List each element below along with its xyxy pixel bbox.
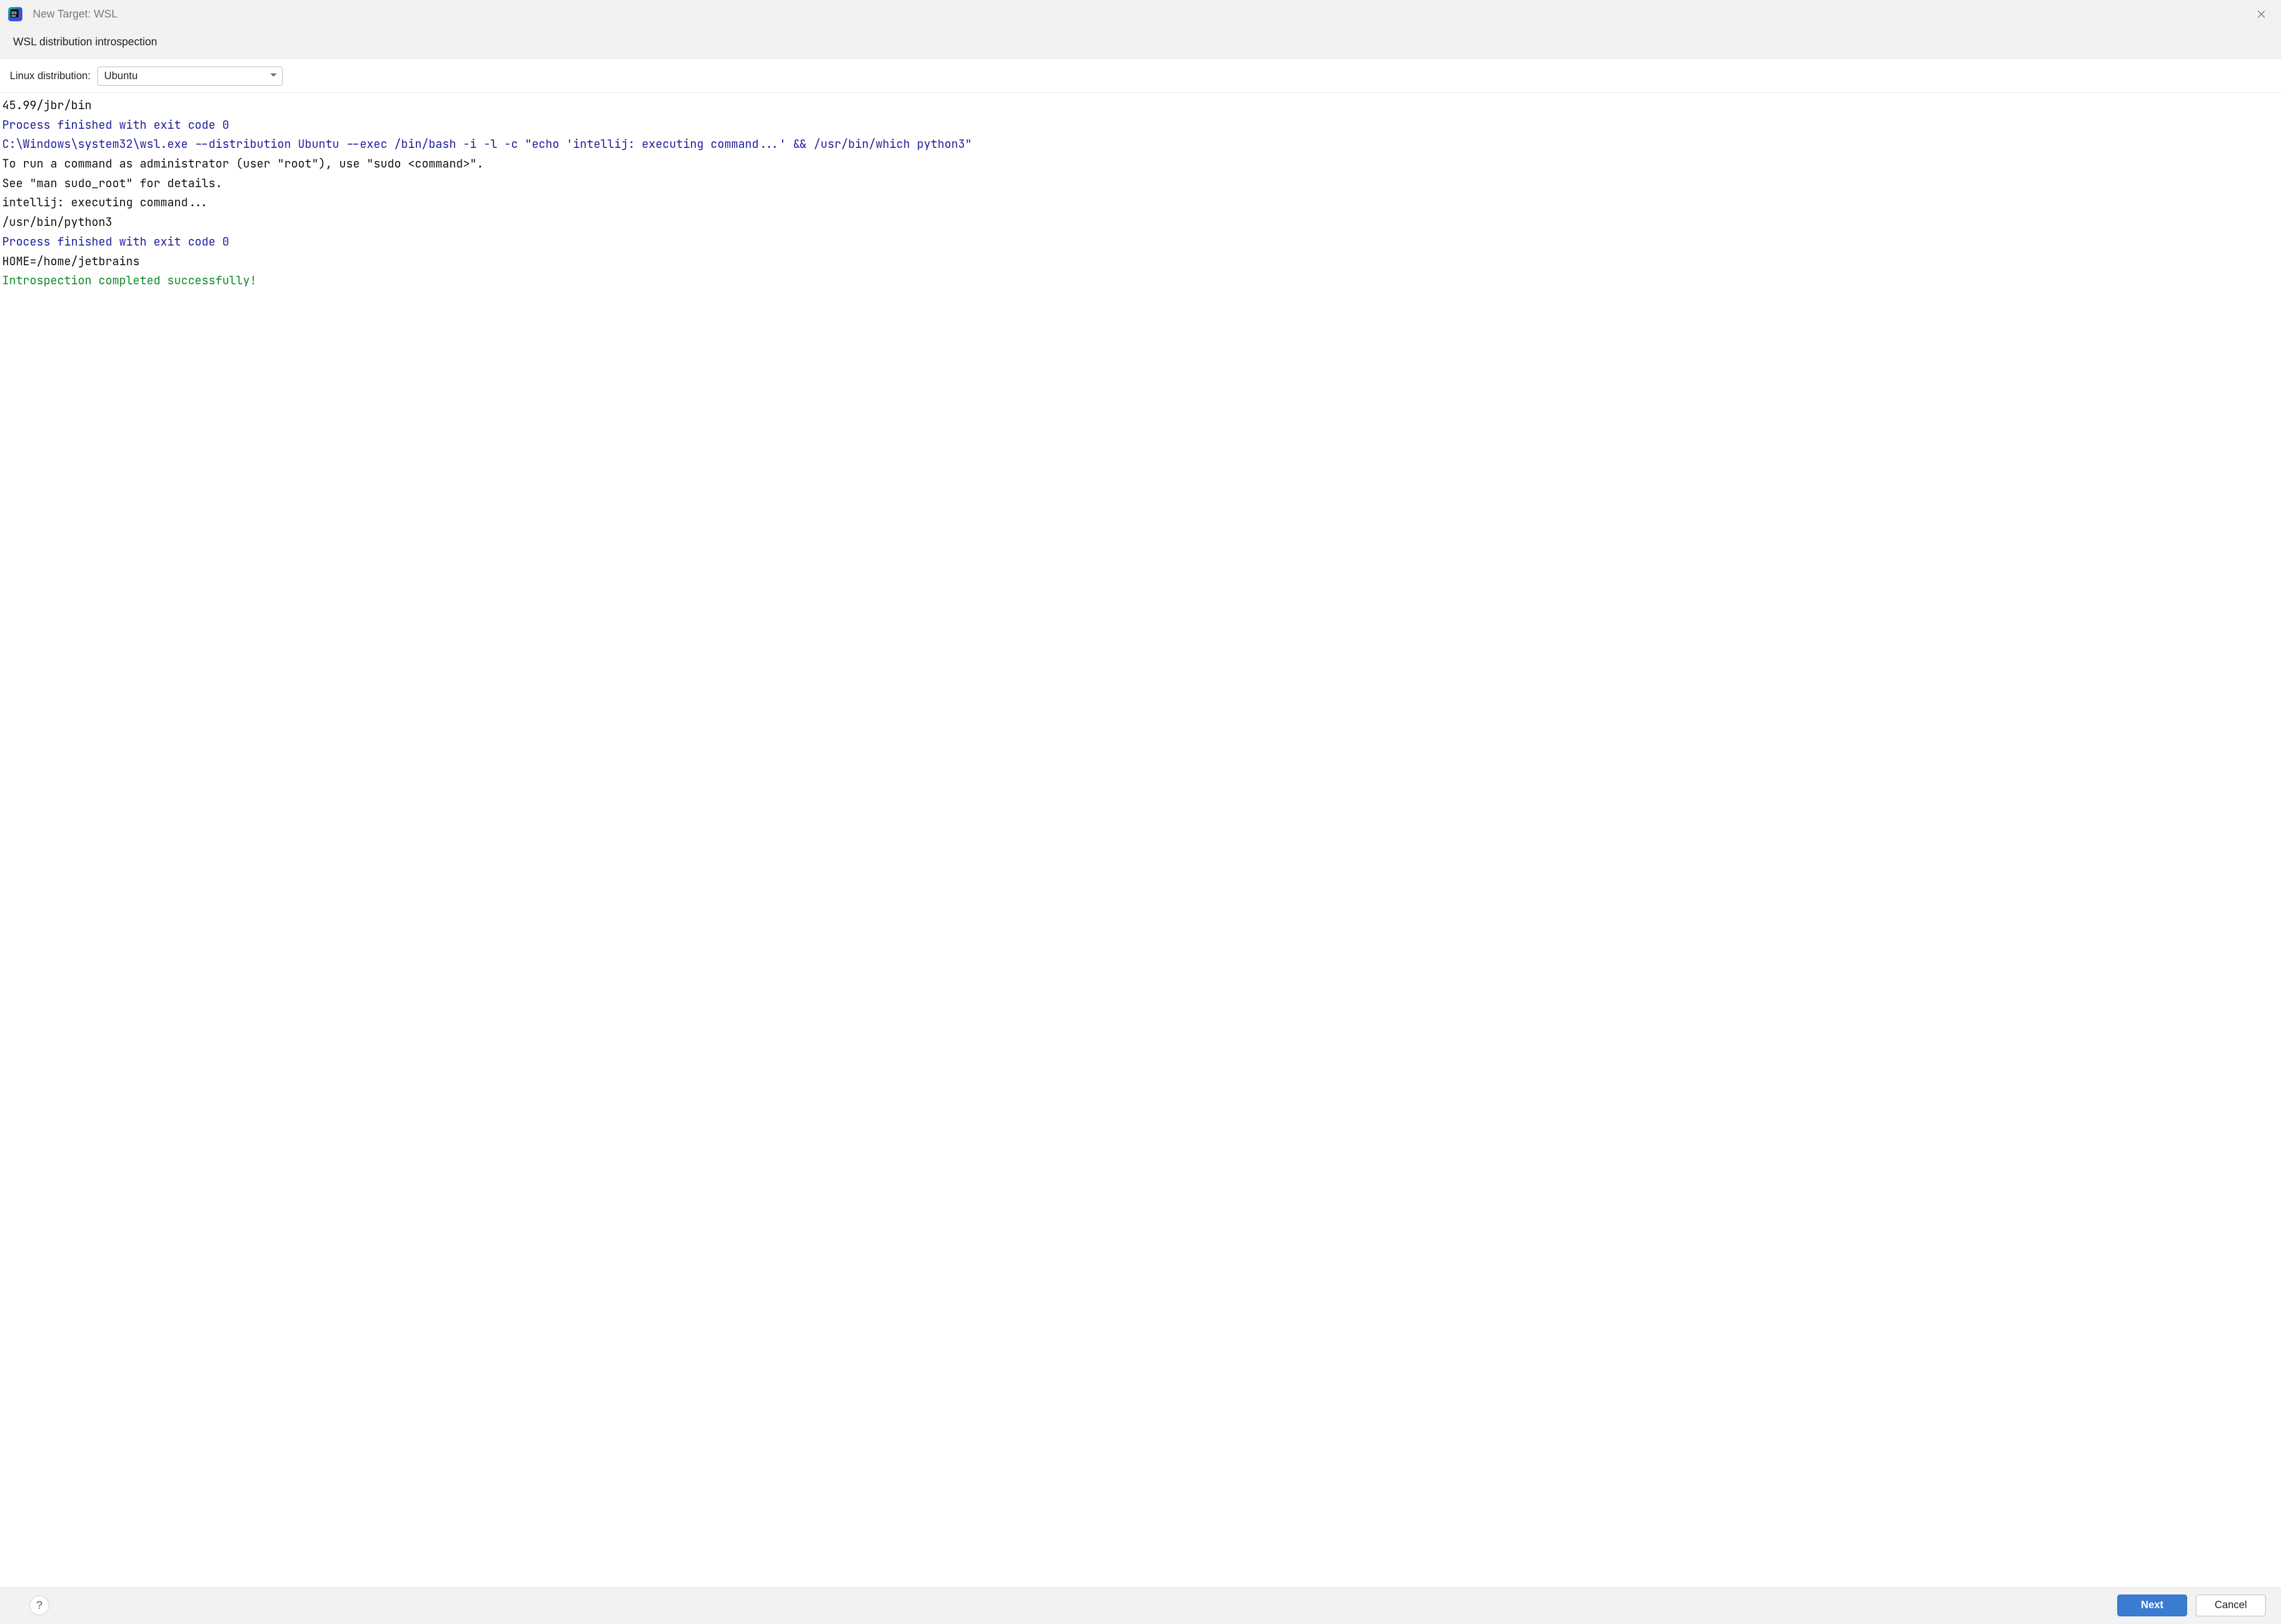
console-line: 45.99/jbr/bin [2, 96, 2279, 116]
console-line: intellij: executing command... [2, 193, 2279, 213]
console-line: Process finished with exit code 0 [2, 232, 2279, 252]
cancel-button[interactable]: Cancel [2196, 1595, 2266, 1616]
close-icon [2256, 9, 2266, 19]
titlebar: DS New Target: WSL [0, 0, 2281, 28]
next-button[interactable]: Next [2117, 1595, 2187, 1616]
window-title: New Target: WSL [33, 8, 117, 21]
dialog-footer: ? Next Cancel [0, 1587, 2281, 1624]
subtitle-row: WSL distribution introspection [0, 28, 2281, 59]
distribution-form-row: Linux distribution: Ubuntu [0, 59, 2281, 93]
console-line: /usr/bin/python3 [2, 213, 2279, 232]
svg-text:DS: DS [11, 11, 17, 15]
app-icon: DS [8, 7, 23, 22]
console-line: HOME=/home/jetbrains [2, 252, 2279, 272]
dialog-subtitle: WSL distribution introspection [13, 36, 157, 48]
console-line: To run a command as administrator (user … [2, 154, 2279, 174]
distribution-select[interactable]: Ubuntu [97, 67, 283, 86]
console-line: C:\Windows\system32\wsl.exe --distributi… [2, 135, 2279, 154]
console-wrap: 45.99/jbr/binProcess finished with exit … [0, 93, 2281, 1587]
close-button[interactable] [2253, 5, 2270, 23]
console-line: Introspection completed successfully! [2, 271, 2279, 291]
help-button[interactable]: ? [29, 1596, 49, 1615]
distribution-label: Linux distribution: [10, 70, 91, 82]
console-line: See "man sudo_root" for details. [2, 174, 2279, 194]
distribution-select-wrap: Ubuntu [97, 67, 283, 86]
help-icon: ? [36, 1599, 42, 1612]
console-line: Process finished with exit code 0 [2, 116, 2279, 135]
console-output[interactable]: 45.99/jbr/binProcess finished with exit … [0, 93, 2281, 1587]
dialog-window: DS New Target: WSL WSL distribution intr… [0, 0, 2281, 1624]
